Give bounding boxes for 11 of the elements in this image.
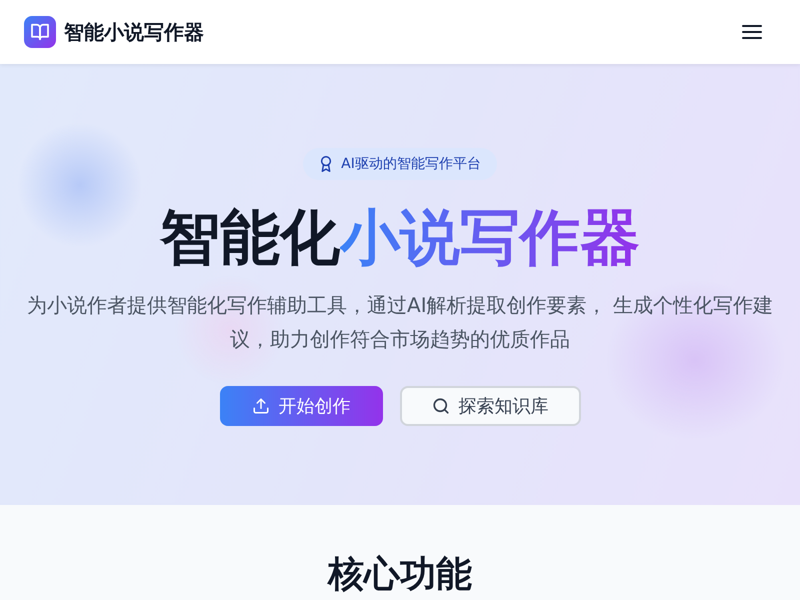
upload-icon: [252, 397, 270, 415]
tagline-badge: AI驱动的智能写作平台: [303, 148, 497, 180]
site-title: 智能小说写作器: [64, 18, 204, 46]
section-heading: 核心功能: [328, 553, 472, 597]
book-icon: [24, 16, 56, 48]
menu-icon[interactable]: [742, 24, 762, 40]
hero-description: 为小说作者提供智能化写作辅助工具，通过AI解析提取创作要素， 生成个性化写作建议，助力创作符合市场趋势的优质作品: [26, 292, 774, 353]
medal-icon: [319, 156, 334, 172]
start-writing-button[interactable]: 开始创作: [220, 386, 382, 426]
search-icon: [432, 397, 450, 415]
explore-button[interactable]: 探索知识库: [400, 386, 580, 426]
